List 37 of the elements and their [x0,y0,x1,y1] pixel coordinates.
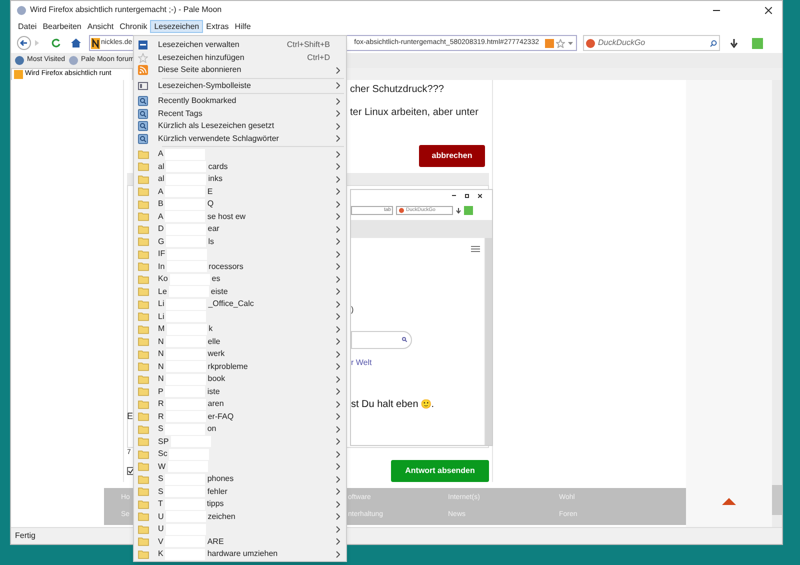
menu-item-label-end: k [208,323,213,336]
menu-item-label-end: phones [207,473,234,486]
menu-item-label-end: rocessors [208,260,244,273]
shortcut-label: Ctrl+Shift+B [286,39,330,52]
menu-item-label-end: se host ew [207,210,246,223]
menu-item-label-end: ls [208,236,214,248]
menu-item-label-end: hardware umziehen [207,548,278,560]
shortcut-label: Ctrl+D [307,52,330,64]
menu-item-label-end: iste [207,386,220,398]
menu-item-label-end: on [207,423,216,436]
window-title: Wird Firefox absichtlich runtergemacht ;-) - Pale Moon [30,4,222,16]
text-fragment: ) [351,304,355,316]
smiley-emoji: 🙂 [420,398,432,411]
menu-item-label-end: zeichen [208,510,236,523]
menu-item-label-end: tipps [206,498,224,510]
menu-item-label-end: ear [208,223,220,236]
menu-item-label-end: fehler [207,486,228,498]
message-text-end: . [431,398,434,412]
menu-item-label-end: Q [207,198,214,210]
menu-item-label-end: E [207,186,213,198]
menu-item-label-end: eiste [210,286,228,298]
menu-item-label-end: inks [208,173,222,186]
text-fragment: E [127,412,134,421]
menu-item-label-end: er-FAQ [208,410,234,423]
menu-item-label-end: aren [208,398,224,410]
menu-item-label-end: cards [208,160,228,173]
menu-item-label-end: elle [208,336,220,348]
menu-item-label-end: werk [208,348,225,360]
menu-item-label-end: rkprobleme [208,360,248,373]
post-text: ter Linux arbeiten, aber unter [350,106,478,120]
message-text: st Du halt eben [351,398,418,412]
post-heading: cher Schutzdruck??? [350,82,444,97]
menu-item-label-end: es [212,273,220,286]
menu-item-label-end: _Office_Calc [208,298,254,310]
status-text: Fertig [15,530,36,542]
menu-item-label-end: book [208,373,226,386]
menu-item-label-end: ARE [207,536,224,548]
